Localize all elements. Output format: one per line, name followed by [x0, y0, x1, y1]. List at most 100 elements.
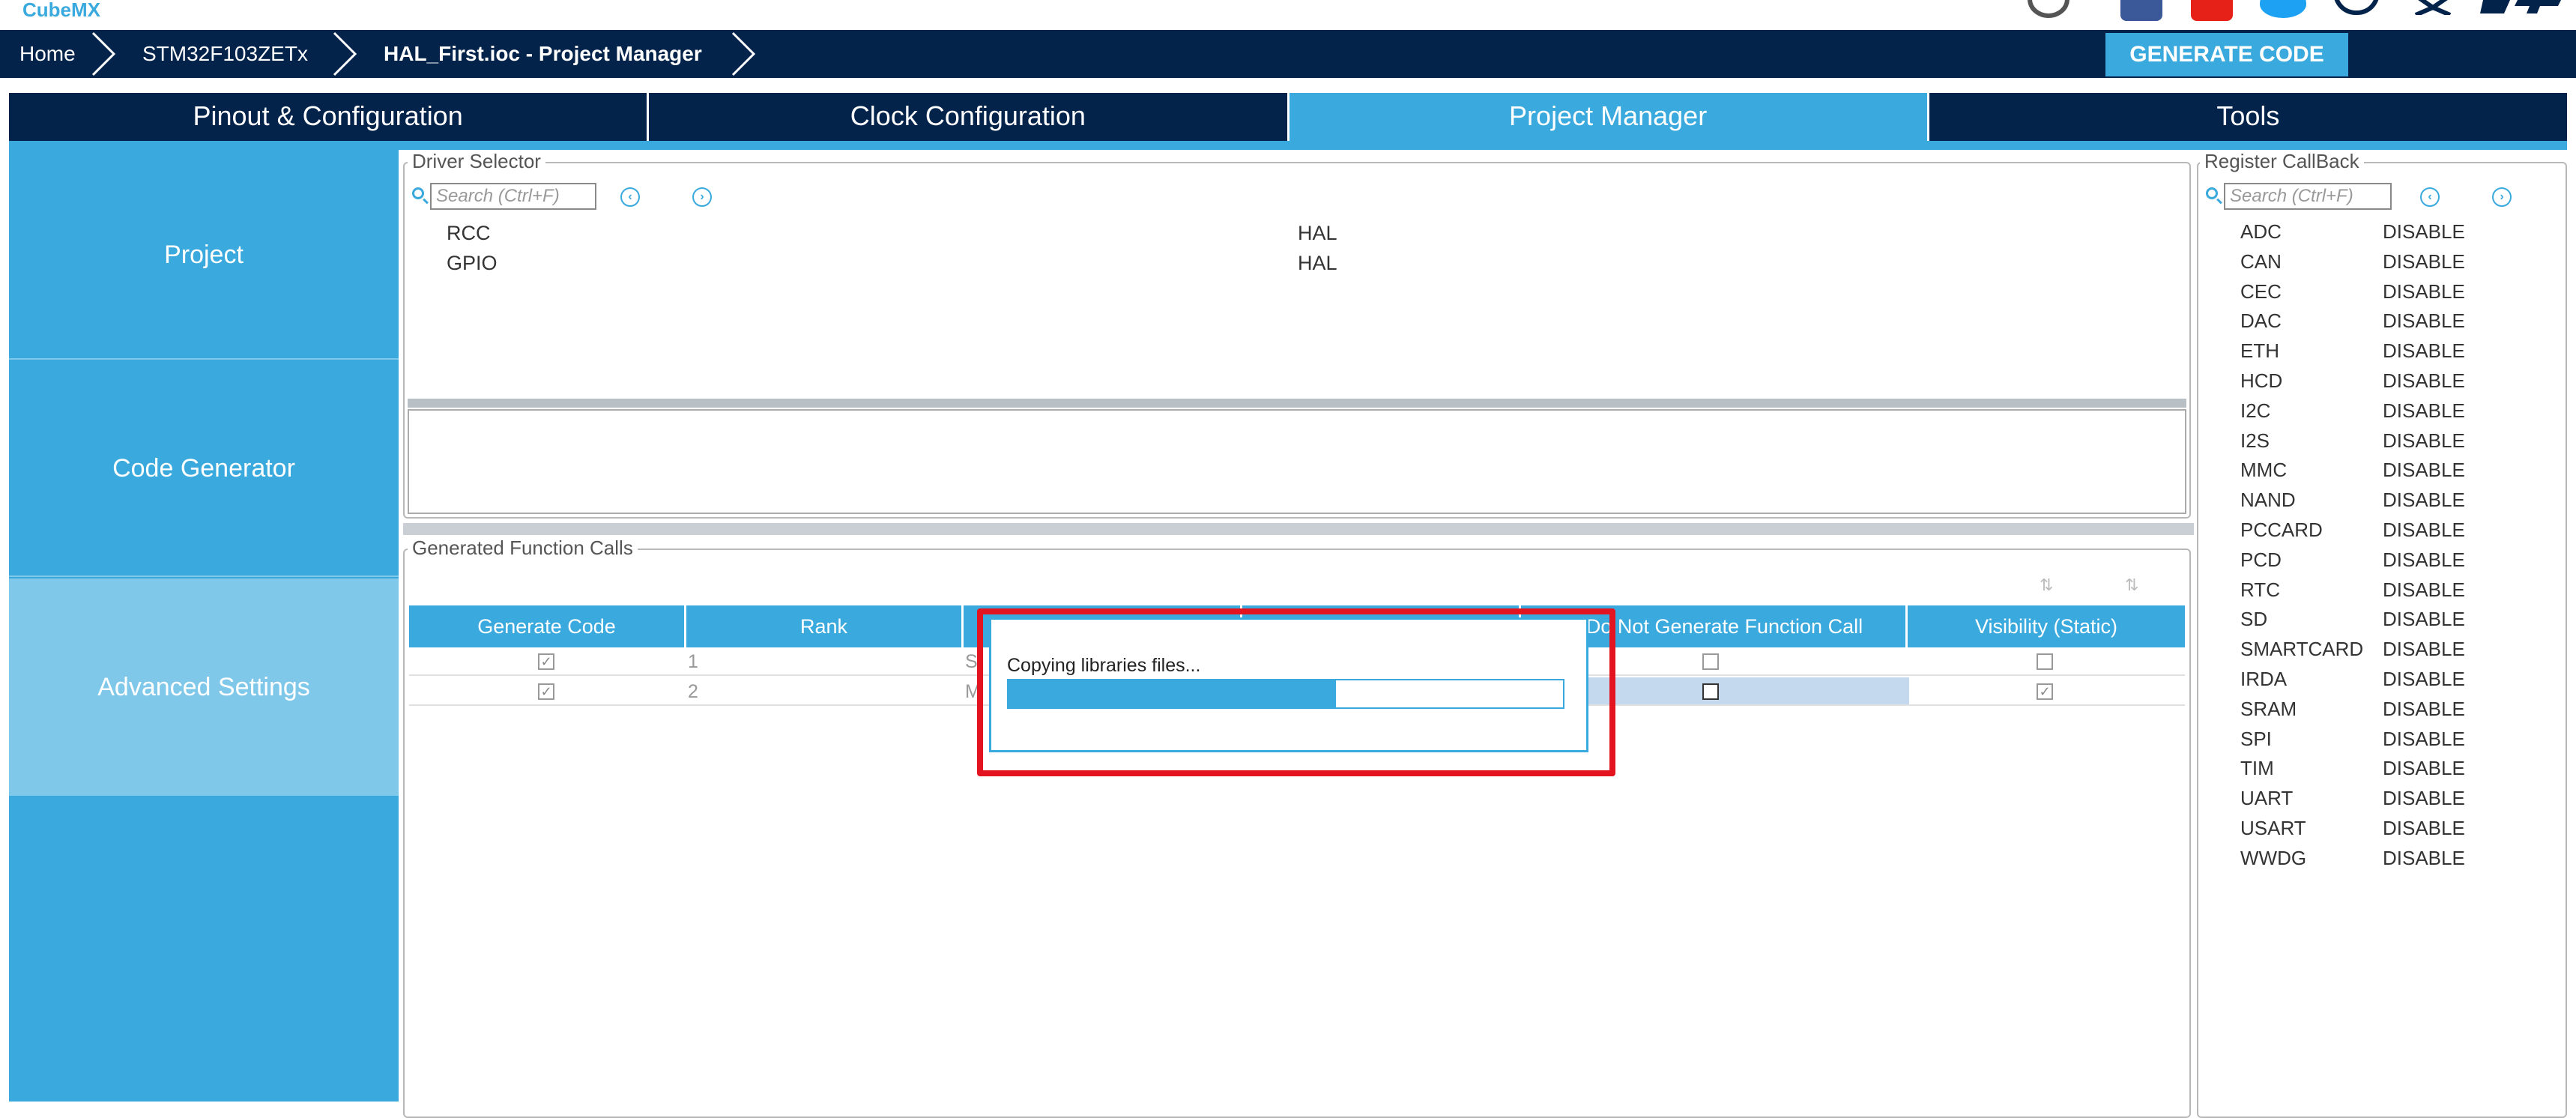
splitter[interactable]: [403, 523, 2194, 535]
do-not-generate-checkbox[interactable]: [1702, 683, 1719, 700]
register-callback-legend: Register CallBack: [2200, 150, 2364, 173]
callback-name[interactable]: SPI: [2240, 728, 2272, 751]
callback-name[interactable]: NAND: [2240, 489, 2296, 512]
main-tabs: Pinout & Configuration Clock Configurati…: [9, 93, 2567, 141]
driver-search-input[interactable]: Search (Ctrl+F): [430, 183, 596, 210]
rank-cell: 1: [688, 651, 698, 672]
tab-project-manager[interactable]: Project Manager: [1289, 93, 1929, 141]
callback-value[interactable]: DISABLE: [2383, 549, 2465, 572]
callback-name[interactable]: HCD: [2240, 369, 2282, 393]
next-icon[interactable]: ›: [2492, 187, 2512, 207]
column-header[interactable]: Visibility (Static): [1908, 605, 2185, 647]
sort-ascending-icon[interactable]: ⇅: [2040, 575, 2061, 595]
callback-value[interactable]: DISABLE: [2383, 847, 2465, 870]
callback-name[interactable]: MMC: [2240, 459, 2287, 482]
chevron-right-icon: [731, 31, 756, 76]
callback-value[interactable]: DISABLE: [2383, 728, 2465, 751]
function-name-cell: S: [965, 651, 978, 672]
callback-value[interactable]: DISABLE: [2383, 698, 2465, 721]
callback-value[interactable]: DISABLE: [2383, 638, 2465, 661]
callback-name[interactable]: SRAM: [2240, 698, 2297, 721]
breadcrumb-project[interactable]: HAL_First.ioc - Project Manager: [384, 30, 702, 78]
callback-value[interactable]: DISABLE: [2383, 519, 2465, 542]
tab-pinout-configuration[interactable]: Pinout & Configuration: [9, 93, 650, 141]
breadcrumb-home[interactable]: Home: [19, 30, 76, 78]
column-header[interactable]: Generate Code: [409, 605, 686, 647]
driver-row-name[interactable]: RCC: [447, 222, 491, 245]
callback-name[interactable]: I2S: [2240, 429, 2270, 453]
callback-name[interactable]: UART: [2240, 787, 2293, 810]
callback-value[interactable]: DISABLE: [2383, 668, 2465, 691]
twitter-icon[interactable]: [2260, 0, 2306, 18]
facebook-icon[interactable]: [2120, 0, 2162, 21]
previous-icon[interactable]: ‹: [620, 187, 640, 207]
callback-value[interactable]: DISABLE: [2383, 280, 2465, 303]
generate-code-checkbox[interactable]: ✓: [538, 683, 554, 700]
generate-code-button[interactable]: GENERATE CODE: [2105, 33, 2348, 76]
callback-value[interactable]: DISABLE: [2383, 817, 2465, 840]
top-header: CubeMX: [0, 0, 2576, 30]
do-not-generate-checkbox[interactable]: [1702, 653, 1719, 670]
driver-selector-legend: Driver Selector: [408, 150, 545, 173]
callback-value[interactable]: DISABLE: [2383, 578, 2465, 602]
callback-name[interactable]: SMARTCARD: [2240, 638, 2363, 661]
callback-value[interactable]: DISABLE: [2383, 608, 2465, 631]
callback-name[interactable]: DAC: [2240, 309, 2282, 333]
callback-value[interactable]: DISABLE: [2383, 250, 2465, 274]
generate-code-checkbox[interactable]: ✓: [538, 653, 554, 670]
callback-value[interactable]: DISABLE: [2383, 787, 2465, 810]
callback-name[interactable]: TIM: [2240, 757, 2274, 780]
st-logo-icon: [2480, 0, 2563, 15]
search-icon: [2206, 187, 2218, 199]
community-icon[interactable]: [2333, 0, 2380, 15]
previous-icon[interactable]: ‹: [2420, 187, 2440, 207]
callback-name[interactable]: CEC: [2240, 280, 2282, 303]
callback-value[interactable]: DISABLE: [2383, 489, 2465, 512]
description-box: [408, 409, 2186, 514]
callback-search-input[interactable]: Search (Ctrl+F): [2224, 183, 2392, 210]
help-icon[interactable]: [2028, 0, 2069, 18]
tab-tools[interactable]: Tools: [1929, 93, 2567, 141]
splitter[interactable]: [408, 399, 2186, 408]
search-icon: [412, 187, 424, 199]
callback-name[interactable]: IRDA: [2240, 668, 2287, 691]
youtube-icon[interactable]: [2191, 0, 2233, 21]
callback-value[interactable]: DISABLE: [2383, 459, 2465, 482]
driver-row-value[interactable]: HAL: [1298, 252, 1337, 275]
callback-value[interactable]: DISABLE: [2383, 369, 2465, 393]
callback-name[interactable]: PCCARD: [2240, 519, 2323, 542]
chevron-right-icon: [91, 31, 116, 76]
callback-value[interactable]: DISABLE: [2383, 339, 2465, 363]
visibility-static-checkbox[interactable]: [2037, 653, 2053, 670]
visibility-static-checkbox[interactable]: ✓: [2037, 683, 2053, 700]
callback-name[interactable]: RTC: [2240, 578, 2280, 602]
tab-underline: [9, 141, 2567, 150]
app-logo: CubeMX: [22, 0, 100, 21]
callback-name[interactable]: SD: [2240, 608, 2267, 631]
callback-name[interactable]: USART: [2240, 817, 2306, 840]
sidebar: Project Code Generator Advanced Settings: [9, 150, 399, 1102]
column-header[interactable]: Rank: [686, 605, 964, 647]
breadcrumb-mcu[interactable]: STM32F103ZETx: [142, 30, 308, 78]
callback-name[interactable]: PCD: [2240, 549, 2282, 572]
callback-value[interactable]: DISABLE: [2383, 399, 2465, 423]
sort-descending-icon[interactable]: ⇅: [2125, 575, 2146, 595]
sidebar-item-advanced-settings[interactable]: Advanced Settings: [9, 578, 399, 796]
callback-name[interactable]: ADC: [2240, 220, 2282, 244]
sidebar-item-project[interactable]: Project: [9, 150, 399, 360]
callback-name[interactable]: I2C: [2240, 399, 2270, 423]
callback-value[interactable]: DISABLE: [2383, 429, 2465, 453]
sidebar-item-code-generator[interactable]: Code Generator: [9, 360, 399, 577]
network-icon[interactable]: [2408, 0, 2458, 17]
column-header-label: Do Not Generate Function Call: [1585, 615, 1863, 638]
driver-row-name[interactable]: GPIO: [447, 252, 498, 275]
callback-name[interactable]: CAN: [2240, 250, 2282, 274]
callback-name[interactable]: ETH: [2240, 339, 2279, 363]
tab-clock-configuration[interactable]: Clock Configuration: [649, 93, 1289, 141]
next-icon[interactable]: ›: [692, 187, 712, 207]
callback-value[interactable]: DISABLE: [2383, 220, 2465, 244]
callback-value[interactable]: DISABLE: [2383, 757, 2465, 780]
callback-name[interactable]: WWDG: [2240, 847, 2306, 870]
driver-row-value[interactable]: HAL: [1298, 222, 1337, 245]
callback-value[interactable]: DISABLE: [2383, 309, 2465, 333]
